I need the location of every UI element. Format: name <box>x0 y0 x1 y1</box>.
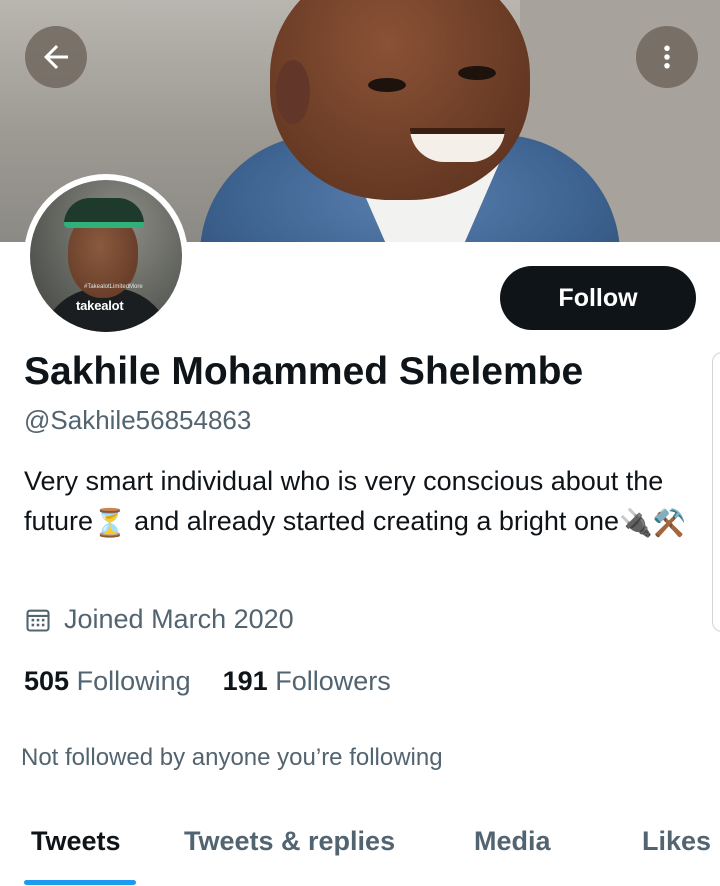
scroll-indicator[interactable] <box>712 352 720 632</box>
avatar-person-cap <box>64 198 144 228</box>
bio-text-continued: and already started creating a bright on… <box>126 506 619 536</box>
social-context: Not followed by anyone you’re following <box>21 744 443 771</box>
profile-name: Sakhile Mohammed Shelembe <box>24 350 584 393</box>
follow-stats: 505 Following 191 Followers <box>24 666 391 697</box>
active-tab-indicator <box>24 880 136 885</box>
profile-tabs: Tweets Tweets & replies Media Likes <box>0 812 720 886</box>
follow-button[interactable]: Follow <box>500 266 696 330</box>
joined-text: Joined March 2020 <box>64 604 294 634</box>
avatar-brand-logo: takealot <box>76 298 124 313</box>
banner-person-ear <box>276 60 310 124</box>
following-label: Following <box>76 666 191 696</box>
followers-link[interactable]: 191 Followers <box>223 666 391 697</box>
tab-tweets-and-replies[interactable]: Tweets & replies <box>184 826 395 857</box>
avatar-photo: #TakealotLimitedMore takealot <box>30 180 182 332</box>
more-options-button[interactable] <box>636 26 698 88</box>
back-button[interactable] <box>25 26 87 88</box>
profile-handle: @Sakhile56854863 <box>24 405 252 435</box>
tab-likes[interactable]: Likes <box>642 826 711 857</box>
tab-media[interactable]: Media <box>474 826 551 857</box>
calendar-icon <box>26 609 50 632</box>
banner-person-eye <box>458 66 496 80</box>
followers-count: 191 <box>222 666 268 696</box>
profile-bio: Very smart individual who is very consci… <box>24 461 704 543</box>
following-link[interactable]: 505 Following <box>24 666 191 697</box>
joined-date: Joined March 2020 <box>24 604 294 635</box>
plug-hammer-emoji: 🔌⚒️ <box>619 507 687 538</box>
avatar-caption: #TakealotLimitedMore <box>84 284 143 290</box>
followers-label: Followers <box>275 666 391 696</box>
following-count: 505 <box>24 666 70 696</box>
tab-tweets[interactable]: Tweets <box>31 826 121 857</box>
arrow-left-icon <box>44 45 68 69</box>
banner-person-eye <box>368 78 406 92</box>
more-vertical-icon <box>664 45 670 69</box>
profile-avatar[interactable]: #TakealotLimitedMore takealot <box>24 174 188 338</box>
hourglass-emoji: ⏳ <box>93 507 127 538</box>
